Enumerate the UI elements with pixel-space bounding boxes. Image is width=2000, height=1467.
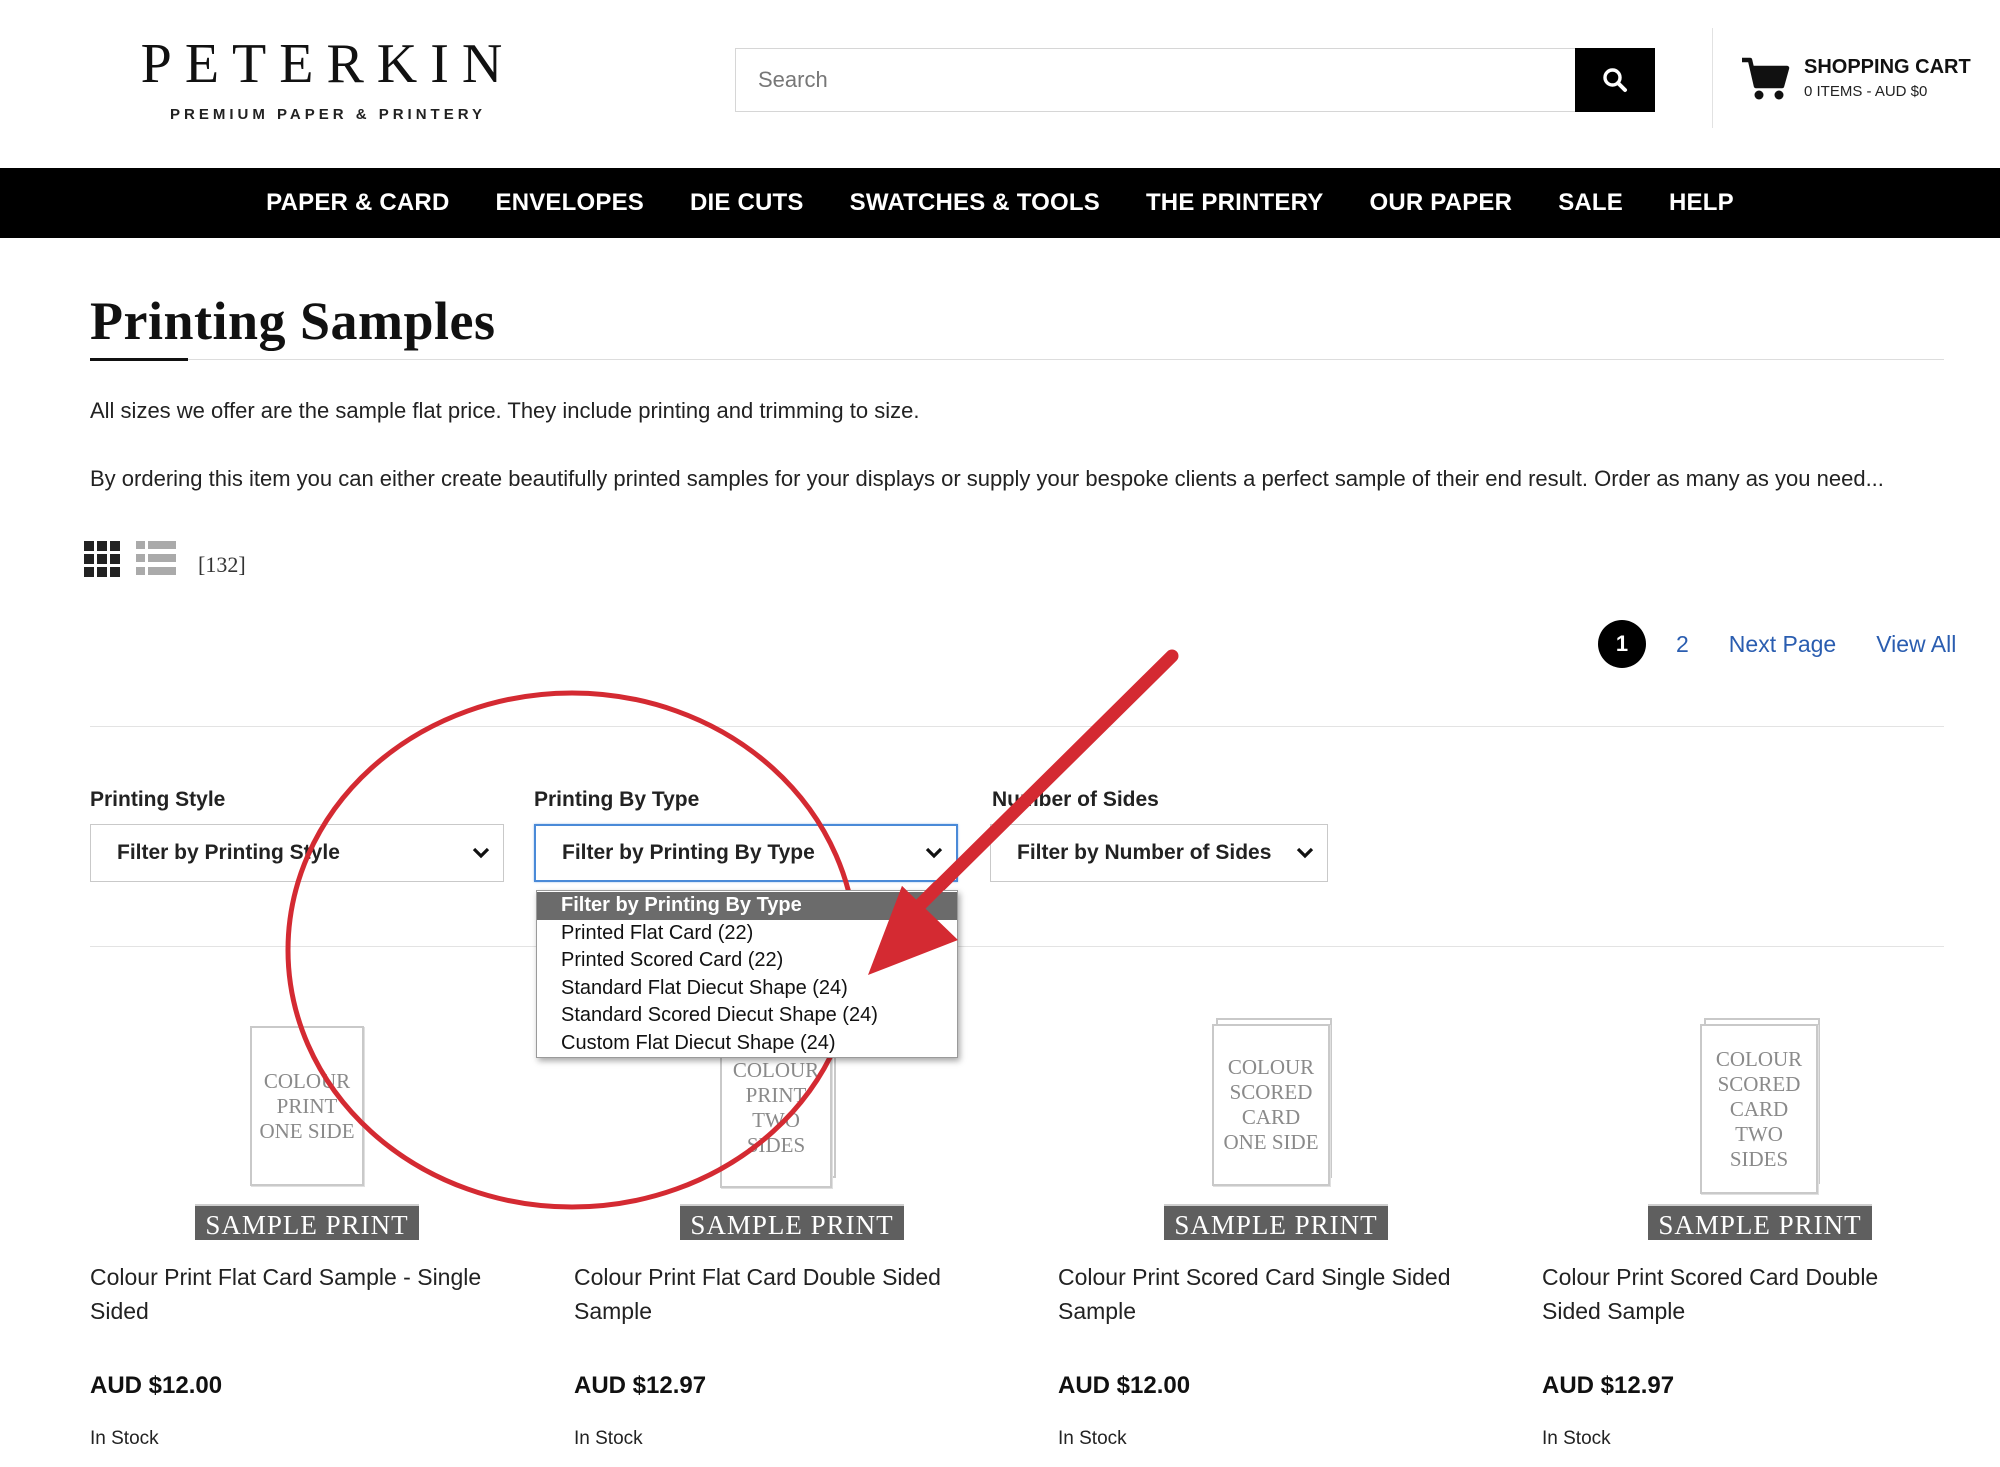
product-thumbnail[interactable]: COLOUR SCORED CARD ONE SIDE SAMPLE PRINT	[1058, 1010, 1478, 1250]
sample-print-banner: SAMPLE PRINT	[195, 1204, 419, 1240]
number-of-sides-value: Filter by Number of Sides	[1017, 841, 1272, 864]
brand-name: PETERKIN	[140, 33, 516, 95]
dropdown-option[interactable]: Standard Scored Diecut Shape (24)	[537, 1002, 957, 1030]
search-icon	[1603, 68, 1627, 92]
search-box	[735, 48, 1577, 112]
product-price: AUD $12.00	[1058, 1372, 1191, 1399]
nav-sale[interactable]: SALE	[1558, 189, 1623, 217]
printing-by-type-value: Filter by Printing By Type	[562, 841, 815, 864]
dropdown-option[interactable]: Printed Scored Card (22)	[537, 947, 957, 975]
nav-swatches-tools[interactable]: SWATCHES & TOOLS	[850, 189, 1100, 217]
dropdown-option[interactable]: Standard Flat Diecut Shape (24)	[537, 975, 957, 1003]
list-view-icon[interactable]	[136, 541, 176, 575]
product-name[interactable]: Colour Print Flat Card Double Sided Samp…	[574, 1260, 974, 1328]
cart-title: SHOPPING CART	[1804, 56, 1971, 78]
filter-label-printing-style: Printing Style	[90, 788, 226, 811]
dropdown-option[interactable]: Custom Flat Diecut Shape (24)	[537, 1030, 957, 1058]
dropdown-option[interactable]: Filter by Printing By Type	[537, 892, 957, 920]
description-line-2: By ordering this item you can either cre…	[90, 466, 1884, 491]
product-price: AUD $12.97	[574, 1372, 707, 1399]
page-title: Printing Samples	[90, 291, 496, 351]
brand-tagline: PREMIUM PAPER & PRINTERY	[169, 106, 487, 123]
chevron-down-icon	[925, 847, 943, 859]
card-illustration: COLOUR SCORED CARD TWO SIDES	[1700, 1024, 1818, 1194]
divider	[90, 726, 1944, 727]
sample-print-banner: SAMPLE PRINT	[1164, 1204, 1388, 1240]
search-input[interactable]	[736, 49, 1576, 111]
card-illustration: COLOUR SCORED CARD ONE SIDE	[1212, 1024, 1330, 1186]
number-of-sides-select[interactable]: Filter by Number of Sides	[990, 824, 1328, 882]
printing-style-value: Filter by Printing Style	[117, 841, 340, 864]
printing-by-type-select[interactable]: Filter by Printing By Type	[534, 824, 958, 882]
page-current[interactable]: 1	[1598, 620, 1646, 668]
sample-print-banner: SAMPLE PRINT	[1648, 1204, 1872, 1240]
nav-envelopes[interactable]: ENVELOPES	[495, 189, 644, 217]
sample-print-banner: SAMPLE PRINT	[680, 1204, 904, 1240]
grid-view-icon[interactable]	[84, 541, 122, 577]
page-2-link[interactable]: 2	[1676, 631, 1689, 658]
card-illustration: COLOUR PRINT ONE SIDE	[250, 1026, 364, 1186]
nav-paper-card[interactable]: PAPER & CARD	[266, 189, 449, 217]
cart-icon	[1742, 57, 1790, 100]
chevron-down-icon	[472, 847, 490, 859]
stock-status: In Stock	[90, 1428, 159, 1449]
printing-style-select[interactable]: Filter by Printing Style	[90, 824, 504, 882]
view-all-link[interactable]: View All	[1876, 631, 1956, 658]
product-name[interactable]: Colour Print Scored Card Single Sided Sa…	[1058, 1260, 1458, 1328]
stock-status: In Stock	[574, 1428, 643, 1449]
dropdown-option[interactable]: Printed Flat Card (22)	[537, 920, 957, 948]
title-underline	[90, 358, 188, 361]
result-count: [132]	[198, 552, 246, 577]
nav-the-printery[interactable]: THE PRINTERY	[1146, 189, 1324, 217]
chevron-down-icon	[1296, 847, 1314, 859]
stock-status: In Stock	[1542, 1428, 1611, 1449]
description-line-1: All sizes we offer are the sample flat p…	[90, 398, 920, 423]
next-page-link[interactable]: Next Page	[1729, 631, 1836, 658]
product-name[interactable]: Colour Print Scored Card Double Sided Sa…	[1542, 1260, 1942, 1328]
printing-by-type-dropdown: Filter by Printing By Type Printed Flat …	[536, 890, 958, 1058]
product-thumbnail[interactable]: COLOUR PRINT ONE SIDE SAMPLE PRINT	[90, 1010, 510, 1250]
cart-summary: 0 ITEMS - AUD $0	[1804, 83, 1928, 100]
product-price: AUD $12.00	[90, 1372, 223, 1399]
product-price: AUD $12.97	[1542, 1372, 1675, 1399]
product-name[interactable]: Colour Print Flat Card Sample - Single S…	[90, 1260, 490, 1328]
nav-help[interactable]: HELP	[1669, 189, 1734, 217]
nav-die-cuts[interactable]: DIE CUTS	[690, 189, 804, 217]
shopping-cart[interactable]: SHOPPING CART 0 ITEMS - AUD $0	[1740, 56, 1971, 102]
nav-our-paper[interactable]: OUR PAPER	[1369, 189, 1512, 217]
search-button[interactable]	[1575, 48, 1655, 112]
stock-status: In Stock	[1058, 1428, 1127, 1449]
pagination: 1 2 Next Page View All	[1598, 620, 1956, 668]
brand-logo[interactable]: PETERKIN PREMIUM PAPER & PRINTERY	[128, 34, 528, 123]
header-divider	[1712, 28, 1713, 128]
title-divider	[188, 359, 1944, 360]
filter-label-number-of-sides: Number of Sides	[992, 788, 1159, 811]
filter-label-printing-by-type: Printing By Type	[534, 788, 700, 811]
main-nav: PAPER & CARD ENVELOPES DIE CUTS SWATCHES…	[0, 168, 2000, 238]
product-thumbnail[interactable]: COLOUR SCORED CARD TWO SIDES SAMPLE PRINT	[1542, 1010, 1962, 1250]
divider	[90, 946, 1944, 947]
site-header: PETERKIN PREMIUM PAPER & PRINTERY SHOPPI…	[0, 0, 2000, 168]
